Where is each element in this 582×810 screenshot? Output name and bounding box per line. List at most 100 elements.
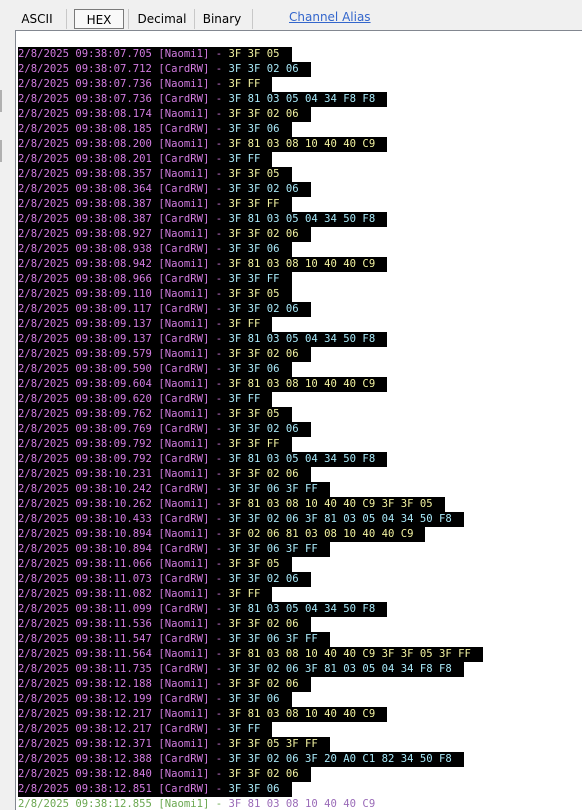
tab-divider: [252, 9, 253, 29]
log-timestamp: 2/8/2025 09:38:11.547: [18, 632, 159, 647]
log-hex-payload: 3F 3F 05: [228, 287, 292, 302]
log-line: 2/8/2025 09:38:08.387 [Naomi1] - 3F 3F F…: [18, 197, 483, 212]
log-separator: -: [209, 602, 229, 617]
log-hex-payload: 3F 3F 02 06: [228, 767, 311, 782]
log-line: 2/8/2025 09:38:12.199 [CardRW] - 3F 3F 0…: [18, 692, 483, 707]
log-device: [CardRW]: [158, 662, 210, 677]
log-device: [CardRW]: [158, 692, 210, 707]
log-hex-payload: 3F 3F 02 06: [228, 107, 311, 122]
log-separator: -: [209, 722, 229, 737]
log-line: 2/8/2025 09:38:08.357 [Naomi1] - 3F 3F 0…: [18, 167, 483, 182]
log-separator: -: [209, 767, 229, 782]
log-hex-payload: 3F 81 03 05 04 34 50 F8: [228, 452, 388, 467]
log-timestamp: 2/8/2025 09:38:09.137: [18, 317, 159, 332]
log-device: [CardRW]: [158, 512, 210, 527]
log-hex-payload: 3F 3F 02 06: [228, 572, 311, 587]
hex-log-view[interactable]: 2/8/2025 09:38:07.705 [Naomi1] - 3F 3F 0…: [15, 30, 582, 810]
log-hex-payload: 3F 81 03 05 04 34 50 F8: [228, 602, 388, 617]
tab-binary[interactable]: Binary: [198, 9, 246, 29]
log-separator: -: [209, 47, 229, 62]
log-line: 2/8/2025 09:38:09.769 [CardRW] - 3F 3F 0…: [18, 422, 483, 437]
tab-divider: [128, 9, 129, 29]
log-timestamp: 2/8/2025 09:38:09.579: [18, 347, 159, 362]
log-line: 2/8/2025 09:38:08.387 [CardRW] - 3F 81 0…: [18, 212, 483, 227]
log-line: 2/8/2025 09:38:09.110 [Naomi1] - 3F 3F 0…: [18, 287, 483, 302]
log-device: [Naomi1]: [158, 347, 210, 362]
tab-divider: [194, 9, 195, 29]
log-line: 2/8/2025 09:38:11.082 [Naomi1] - 3F FF: [18, 587, 483, 602]
log-line: 2/8/2025 09:38:12.371 [Naomi1] - 3F 3F 0…: [18, 737, 483, 752]
log-device: [Naomi1]: [158, 377, 210, 392]
log-separator: -: [209, 512, 229, 527]
log-line: 2/8/2025 09:38:08.942 [Naomi1] - 3F 81 0…: [18, 257, 483, 272]
log-device: [CardRW]: [158, 272, 210, 287]
log-device: [Naomi1]: [158, 407, 210, 422]
log-line: 2/8/2025 09:38:07.712 [CardRW] - 3F 3F 0…: [18, 62, 483, 77]
log-timestamp: 2/8/2025 09:38:08.938: [18, 242, 159, 257]
log-separator: -: [209, 167, 229, 182]
log-line: 2/8/2025 09:38:09.590 [CardRW] - 3F 3F 0…: [18, 362, 483, 377]
log-device: [CardRW]: [158, 242, 210, 257]
log-line: 2/8/2025 09:38:09.137 [CardRW] - 3F 81 0…: [18, 332, 483, 347]
log-hex-payload: 3F 81 03 08 10 40 40 C9: [228, 797, 388, 810]
log-timestamp: 2/8/2025 09:38:11.099: [18, 602, 159, 617]
log-timestamp: 2/8/2025 09:38:08.357: [18, 167, 159, 182]
log-line: 2/8/2025 09:38:08.927 [Naomi1] - 3F 3F 0…: [18, 227, 483, 242]
log-separator: -: [209, 422, 229, 437]
log-line: 2/8/2025 09:38:10.894 [CardRW] - 3F 3F 0…: [18, 542, 483, 557]
log-hex-payload: 3F 81 03 08 10 40 40 C9 3F 3F 05 3F FF: [228, 647, 483, 662]
tab-ascii[interactable]: ASCII: [12, 9, 62, 29]
log-hex-payload: 3F 3F 06: [228, 782, 292, 797]
log-timestamp: 2/8/2025 09:38:08.387: [18, 197, 159, 212]
log-timestamp: 2/8/2025 09:38:08.201: [18, 152, 159, 167]
log-separator: -: [209, 497, 229, 512]
log-separator: -: [209, 227, 229, 242]
log-hex-payload: 3F 3F FF: [228, 437, 292, 452]
log-timestamp: 2/8/2025 09:38:10.433: [18, 512, 159, 527]
log-device: [Naomi1]: [158, 467, 210, 482]
log-hex-payload: 3F 3F 02 06: [228, 347, 311, 362]
log-separator: -: [209, 662, 229, 677]
log-timestamp: 2/8/2025 09:38:09.137: [18, 332, 159, 347]
log-separator: -: [209, 782, 229, 797]
log-device: [Naomi1]: [158, 47, 210, 62]
log-line: 2/8/2025 09:38:08.938 [CardRW] - 3F 3F 0…: [18, 242, 483, 257]
log-hex-payload: 3F 3F 02 06: [228, 62, 311, 77]
log-hex-payload: 3F 3F FF: [228, 197, 292, 212]
log-timestamp: 2/8/2025 09:38:08.185: [18, 122, 159, 137]
log-hex-payload: 3F FF: [228, 392, 273, 407]
log-line: 2/8/2025 09:38:08.174 [Naomi1] - 3F 3F 0…: [18, 107, 483, 122]
log-device: [CardRW]: [158, 92, 210, 107]
log-timestamp: 2/8/2025 09:38:10.262: [18, 497, 159, 512]
log-device: [CardRW]: [158, 62, 210, 77]
log-hex-payload: 3F 81 03 08 10 40 40 C9: [228, 137, 388, 152]
log-hex-payload: 3F 3F 06: [228, 242, 292, 257]
log-hex-payload: 3F 81 03 08 10 40 40 C9: [228, 707, 388, 722]
log-timestamp: 2/8/2025 09:38:07.736: [18, 92, 159, 107]
tab-decimal[interactable]: Decimal: [134, 9, 190, 29]
log-separator: -: [209, 152, 229, 167]
log-hex-payload: 3F FF: [228, 77, 273, 92]
log-line: 2/8/2025 09:38:09.117 [CardRW] - 3F 3F 0…: [18, 302, 483, 317]
log-line: 2/8/2025 09:38:07.736 [Naomi1] - 3F FF: [18, 77, 483, 92]
log-separator: -: [209, 392, 229, 407]
log-hex-payload: 3F 3F 02 06 3F 20 A0 C1 82 34 50 F8: [228, 752, 464, 767]
log-separator: -: [209, 797, 229, 810]
log-timestamp: 2/8/2025 09:38:09.604: [18, 377, 159, 392]
log-separator: -: [209, 572, 229, 587]
log-line: 2/8/2025 09:38:08.966 [CardRW] - 3F 3F F…: [18, 272, 483, 287]
log-separator: -: [209, 92, 229, 107]
log-hex-payload: 3F 3F 02 06 3F 81 03 05 04 34 F8 F8: [228, 662, 464, 677]
log-timestamp: 2/8/2025 09:38:08.200: [18, 137, 159, 152]
log-line: 2/8/2025 09:38:11.099 [CardRW] - 3F 81 0…: [18, 602, 483, 617]
log-separator: -: [209, 707, 229, 722]
log-device: [CardRW]: [158, 332, 210, 347]
log-line: 2/8/2025 09:38:12.840 [Naomi1] - 3F 3F 0…: [18, 767, 483, 782]
tab-hex[interactable]: HEX: [74, 9, 124, 29]
log-device: [Naomi1]: [158, 167, 210, 182]
log-hex-payload: 3F 3F 06 3F FF: [228, 482, 330, 497]
log-line: 2/8/2025 09:38:07.705 [Naomi1] - 3F 3F 0…: [18, 47, 483, 62]
log-line: 2/8/2025 09:38:11.536 [Naomi1] - 3F 3F 0…: [18, 617, 483, 632]
log-hex-payload: 3F 81 03 05 04 34 50 F8: [228, 212, 388, 227]
channel-alias-link[interactable]: Channel Alias: [289, 9, 371, 25]
